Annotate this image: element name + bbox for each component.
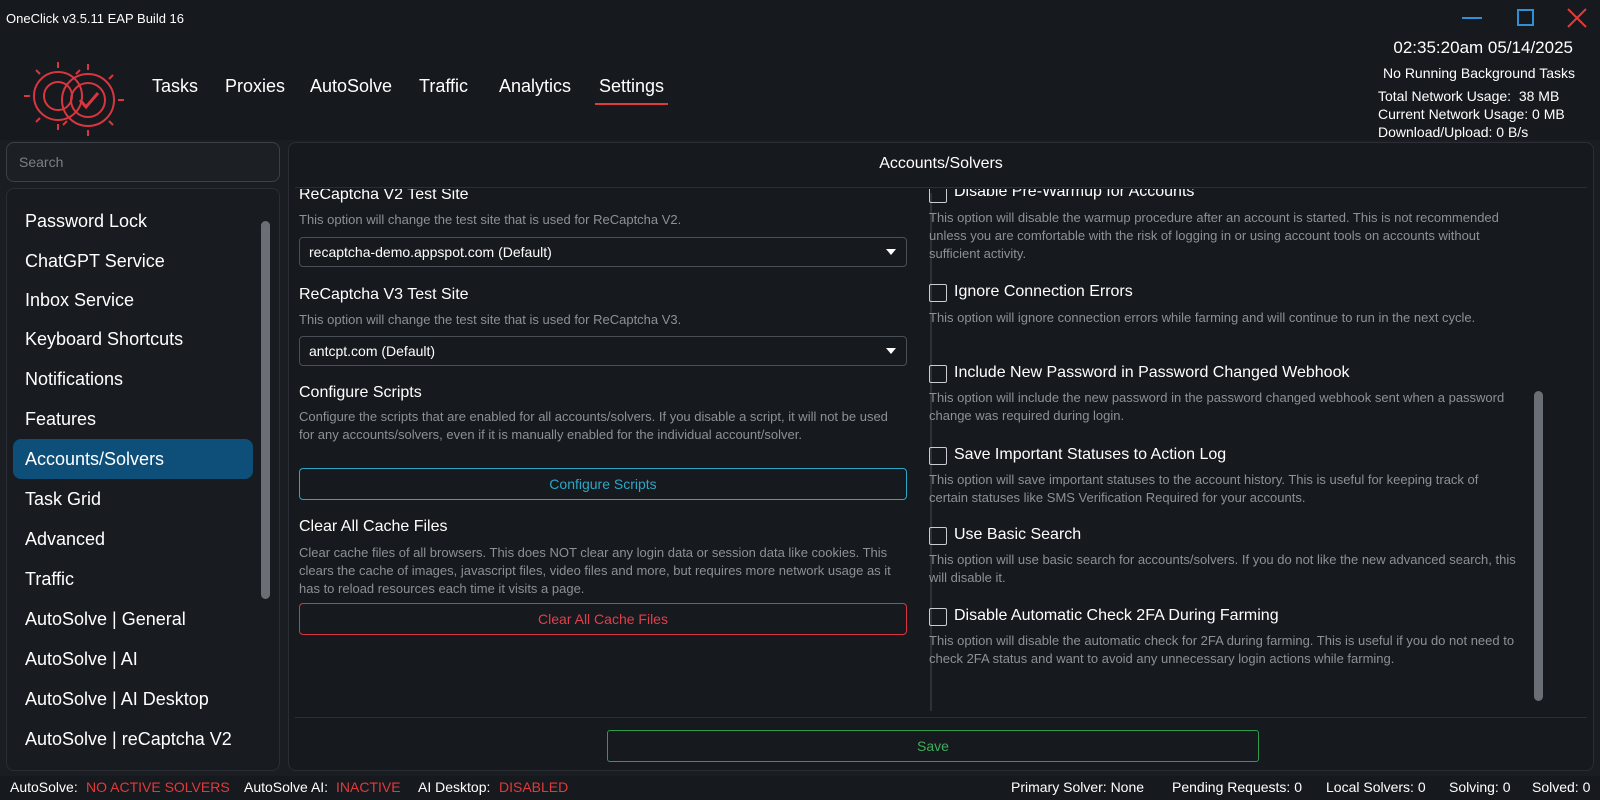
solving-count: Solving: 0 xyxy=(1449,779,1511,795)
basic-search-desc: This option will use basic search for ac… xyxy=(929,552,1516,585)
save-statuses-desc: This option will save important statuses… xyxy=(929,472,1479,505)
ignore-connection-errors-desc: This option will ignore connection error… xyxy=(929,310,1476,325)
recaptcha-v2-select[interactable]: recaptcha-demo.appspot.com (Default) xyxy=(299,237,907,267)
autosolve-ai-label: AutoSolve AI: xyxy=(244,779,329,795)
clear-cache-title: Clear All Cache Files xyxy=(299,518,448,535)
ai-desktop-status: DISABLED xyxy=(499,779,569,795)
current-network-usage: Current Network Usage: 0 MB xyxy=(1378,106,1565,122)
recaptcha-v3-value: antcpt.com (Default) xyxy=(309,343,436,359)
primary-solver: Primary Solver: None xyxy=(1011,779,1145,795)
check-2fa-checkbox[interactable] xyxy=(929,608,947,626)
clear-cache-desc: Clear cache files of all browsers. This … xyxy=(299,545,891,596)
pending-requests: Pending Requests: 0 xyxy=(1172,779,1302,795)
sidebar-item-keyboard-shortcuts[interactable]: Keyboard Shortcuts xyxy=(13,319,253,359)
basic-search-checkbox[interactable] xyxy=(929,527,947,545)
pre-warmup-checkbox[interactable] xyxy=(929,189,947,203)
right-column: Disable Pre-Warmup for Accounts This opt… xyxy=(929,189,1544,716)
close-icon xyxy=(1567,8,1587,28)
nav-autosolve[interactable]: AutoSolve xyxy=(310,76,392,97)
sidebar-item-autosolve-recaptcha-v2[interactable]: AutoSolve | reCaptcha V2 xyxy=(13,719,253,759)
settings-panel: Accounts/Solvers ReCaptcha V2 Test Site … xyxy=(288,142,1594,771)
background-tasks-status: No Running Background Tasks xyxy=(1383,65,1575,81)
app-title: OneClick v3.5.11 EAP Build 16 xyxy=(6,11,185,26)
ai-desktop-label: AI Desktop: xyxy=(418,779,491,795)
sidebar-item-inbox-service[interactable]: Inbox Service xyxy=(13,280,253,320)
recaptcha-v2-desc: This option will change the test site th… xyxy=(299,212,682,227)
total-network-usage: Total Network Usage: 38 MB xyxy=(1378,88,1560,104)
sidebar-item-advanced[interactable]: Advanced xyxy=(13,519,253,559)
configure-scripts-desc: Configure the scripts that are enabled f… xyxy=(299,409,888,442)
recaptcha-v3-desc: This option will change the test site th… xyxy=(299,312,682,327)
basic-search-title: Use Basic Search xyxy=(954,526,1082,543)
nav-analytics[interactable]: Analytics xyxy=(499,76,571,97)
check-2fa-desc: This option will disable the automatic c… xyxy=(929,633,1515,666)
pre-warmup-title: Disable Pre-Warmup for Accounts xyxy=(954,189,1195,200)
divider xyxy=(295,717,1587,718)
clear-cache-button[interactable]: Clear All Cache Files xyxy=(299,603,907,635)
sidebar-item-features[interactable]: Features xyxy=(13,399,253,439)
sidebar-item-chatgpt-service[interactable]: ChatGPT Service xyxy=(13,241,253,281)
search-input[interactable] xyxy=(6,142,280,182)
configure-scripts-title: Configure Scripts xyxy=(299,384,422,401)
panel-title: Accounts/Solvers xyxy=(879,155,1003,172)
sidebar-scrollbar[interactable] xyxy=(261,221,270,599)
close-button[interactable] xyxy=(1562,6,1592,30)
recaptcha-v2-value: recaptcha-demo.appspot.com (Default) xyxy=(309,244,552,260)
include-new-password-title: Include New Password in Password Changed… xyxy=(954,364,1350,381)
autosolve-label: AutoSolve: xyxy=(10,779,78,795)
left-column: ReCaptcha V2 Test Site This option will … xyxy=(299,189,909,716)
clock: 02:35:20am 05/14/2025 xyxy=(1393,38,1573,57)
ignore-connection-errors-checkbox[interactable] xyxy=(929,284,947,302)
recaptcha-v2-title: ReCaptcha V2 Test Site xyxy=(299,189,469,203)
nav-tasks[interactable]: Tasks xyxy=(152,76,198,97)
maximize-button[interactable] xyxy=(1510,6,1540,30)
sidebar-item-notifications[interactable]: Notifications xyxy=(13,359,253,399)
sidebar-item-autosolve-ai[interactable]: AutoSolve | AI xyxy=(13,639,253,679)
status-bar: AutoSolve: NO ACTIVE SOLVERS AutoSolve A… xyxy=(0,776,1600,800)
pre-warmup-desc: This option will disable the warmup proc… xyxy=(929,210,1499,261)
include-new-password-checkbox[interactable] xyxy=(929,365,947,383)
download-upload: Download/Upload: 0 B/s xyxy=(1378,124,1529,140)
autosolve-status: NO ACTIVE SOLVERS xyxy=(86,779,230,795)
sidebar-item-password-lock[interactable]: Password Lock xyxy=(13,201,253,241)
recaptcha-v3-title: ReCaptcha V3 Test Site xyxy=(299,286,469,303)
nav-settings[interactable]: Settings xyxy=(594,76,669,105)
include-new-password-desc: This option will include the new passwor… xyxy=(929,390,1505,423)
ignore-connection-errors-title: Ignore Connection Errors xyxy=(954,283,1133,300)
maximize-icon xyxy=(1517,9,1534,26)
sidebar-item-autosolve-ai-desktop[interactable]: AutoSolve | AI Desktop xyxy=(13,679,253,719)
check-2fa-title: Disable Automatic Check 2FA During Farmi… xyxy=(954,607,1279,624)
sidebar-item-traffic[interactable]: Traffic xyxy=(13,559,253,599)
divider xyxy=(295,187,1587,188)
sidebar-item-autosolve-general[interactable]: AutoSolve | General xyxy=(13,599,253,639)
nav-proxies[interactable]: Proxies xyxy=(225,76,285,97)
save-button[interactable]: Save xyxy=(607,730,1259,762)
configure-scripts-button[interactable]: Configure Scripts xyxy=(299,468,907,500)
sidebar-item-accounts-solvers[interactable]: Accounts/Solvers xyxy=(13,439,253,479)
chevron-down-icon xyxy=(886,249,896,255)
nav-traffic[interactable]: Traffic xyxy=(419,76,468,97)
title-bar: OneClick v3.5.11 EAP Build 16 xyxy=(0,0,1600,36)
solved-count: Solved: 0 xyxy=(1532,779,1591,795)
chevron-down-icon xyxy=(886,348,896,354)
recaptcha-v3-select[interactable]: antcpt.com (Default) xyxy=(299,336,907,366)
logo-icon xyxy=(24,62,124,136)
sidebar-item-task-grid[interactable]: Task Grid xyxy=(13,479,253,519)
minimize-icon xyxy=(1462,17,1482,19)
settings-sidebar: Password Lock ChatGPT Service Inbox Serv… xyxy=(6,188,280,771)
right-scrollbar[interactable] xyxy=(1534,391,1543,701)
local-solvers: Local Solvers: 0 xyxy=(1326,779,1426,795)
save-statuses-checkbox[interactable] xyxy=(929,447,947,465)
save-statuses-title: Save Important Statuses to Action Log xyxy=(954,446,1227,463)
minimize-button[interactable] xyxy=(1457,6,1487,30)
autosolve-ai-status: INACTIVE xyxy=(336,779,401,795)
